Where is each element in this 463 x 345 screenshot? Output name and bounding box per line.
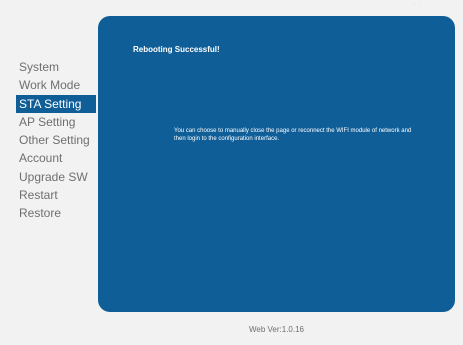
sidebar-item-sta-setting[interactable]: STA Setting xyxy=(16,94,96,113)
sidebar-item-work-mode[interactable]: Work Mode xyxy=(16,76,96,94)
sidebar-item-restore[interactable]: Restore xyxy=(16,204,96,222)
corner-decoration: · · · xyxy=(413,0,422,8)
panel-title: Rebooting Successful! xyxy=(133,45,220,54)
page: · · · System Work Mode STA Setting AP Se… xyxy=(0,0,463,345)
panel-message: You can choose to manually close the pag… xyxy=(174,128,412,142)
sidebar-item-system[interactable]: System xyxy=(16,58,96,76)
sidebar-nav: System Work Mode STA Setting AP Setting … xyxy=(16,58,96,223)
sidebar-item-restart[interactable]: Restart xyxy=(16,186,96,204)
sidebar-item-upgrade-sw[interactable]: Upgrade SW xyxy=(16,168,96,186)
sidebar-item-other-setting[interactable]: Other Setting xyxy=(16,131,96,149)
footer-version: Web Ver:1.0.16 xyxy=(249,325,304,334)
sidebar-item-account[interactable]: Account xyxy=(16,149,96,167)
sidebar-item-ap-setting[interactable]: AP Setting xyxy=(16,113,96,131)
content-panel: Rebooting Successful! You can choose to … xyxy=(98,16,455,312)
